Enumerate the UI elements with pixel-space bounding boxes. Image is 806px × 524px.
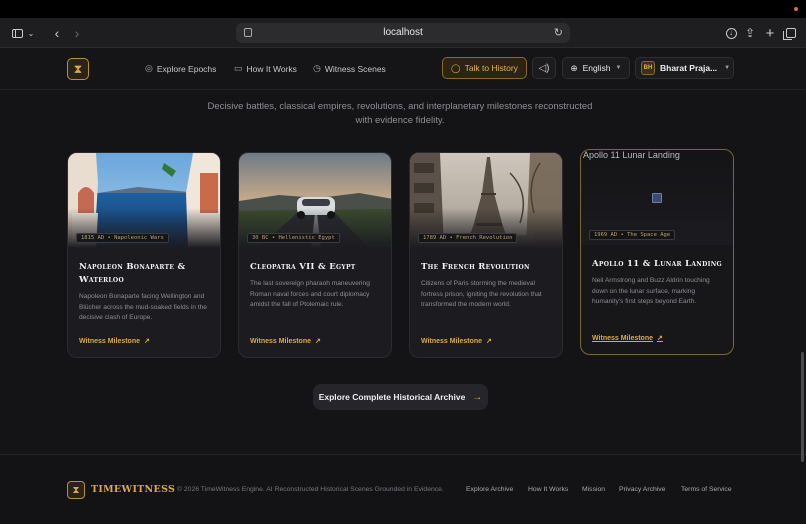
user-menu-button[interactable]: BH Bharat Praja... ▼ <box>635 57 734 79</box>
clock-icon: ◷ <box>313 63 321 73</box>
footer-link-mission[interactable]: Mission <box>582 486 605 493</box>
tab-overview-button[interactable] <box>782 23 800 43</box>
chevron-down-icon: ▼ <box>724 65 731 71</box>
card-description: The last sovereign pharaoh maneuvering R… <box>250 280 370 308</box>
nav-link-label: Witness Scenes <box>324 63 386 74</box>
card-description: Citizens of Paris storming the medieval … <box>421 280 542 308</box>
arrow-up-right-icon: ↗ <box>657 335 663 342</box>
milestone-card-apollo[interactable]: Apollo 11 Lunar Landing 1969 AD • The Sp… <box>580 149 734 355</box>
sidebar-icon <box>11 28 23 38</box>
nav-explore-epochs[interactable]: ◎ Explore Epochs <box>145 63 216 74</box>
witness-milestone-link[interactable]: Witness Milestone ↗ <box>250 337 321 346</box>
plus-icon: + <box>765 24 775 42</box>
card-description: Neil Armstrong and Buzz Aldrin touching … <box>592 277 710 305</box>
nav-link-label: How It Works <box>246 63 297 74</box>
hourglass-logo-icon[interactable]: ⧗ <box>67 58 89 80</box>
globe-icon: ⊕ <box>570 62 578 73</box>
card-description: Napoleon Bonaparte facing Wellington and… <box>79 293 207 321</box>
milestone-card-cleopatra[interactable]: 30 BC • Hellenistic Egypt Cleopatra VII … <box>238 152 392 358</box>
user-name: Bharat Praja... <box>660 63 718 73</box>
link-label: Witness Milestone <box>421 337 483 345</box>
site-footer: ⧗ TIMEWITNESS © 2026 TimeWitness Engine.… <box>0 454 806 524</box>
link-label: Witness Milestone <box>250 337 312 345</box>
sidebar-toggle-button[interactable]: ⌄ <box>8 23 38 43</box>
archive-button-label: Explore Complete Historical Archive <box>318 392 466 402</box>
card-title: Napoleon Bonaparte & Waterloo <box>79 262 186 285</box>
page: ⌄ ‹ › localhost ↻ ↓ ⇪ + ⧗ ◎ Explore Epoc… <box>0 0 806 524</box>
era-tag: 1789 AD • French Revolution <box>418 233 518 243</box>
recording-indicator-icon <box>794 7 798 11</box>
chevron-down-icon: ⌄ <box>27 28 35 38</box>
card-title: The French Revolution <box>421 262 530 272</box>
reload-icon[interactable]: ↻ <box>554 26 563 39</box>
chevron-right-icon: › <box>74 25 80 41</box>
system-menu-bar <box>0 0 806 18</box>
chevron-down-icon: ▼ <box>615 65 622 71</box>
link-label: Witness Milestone <box>79 337 141 345</box>
address-bar[interactable]: localhost ↻ <box>236 23 570 43</box>
arrow-up-right-icon: ↗ <box>144 338 150 345</box>
milestone-card-napoleon[interactable]: 1815 AD • Napoleonic Wars Napoleon Bonap… <box>67 152 221 358</box>
download-icon: ↓ <box>725 27 737 39</box>
chat-bubble-icon: ◯ <box>451 62 461 73</box>
new-tab-button[interactable]: + <box>761 23 779 43</box>
nav-witness-scenes[interactable]: ◷ Witness Scenes <box>313 63 386 74</box>
language-label: English <box>582 63 611 73</box>
era-tag: 1969 AD • The Space Age <box>589 230 676 240</box>
share-icon: ⇪ <box>744 26 756 40</box>
footer-link-how-it-works[interactable]: How It Works <box>528 486 568 493</box>
milestone-card-french-revolution[interactable]: 1789 AD • French Revolution The French R… <box>409 152 563 358</box>
nav-how-it-works[interactable]: ▭ How It Works <box>234 63 297 74</box>
back-button[interactable]: ‹ <box>48 23 66 43</box>
link-label: Witness Milestone <box>592 334 654 342</box>
browser-toolbar: ⌄ ‹ › localhost ↻ ↓ ⇪ + <box>0 18 806 48</box>
page-scrollbar[interactable] <box>801 352 804 462</box>
arrow-up-right-icon: ↗ <box>315 338 321 345</box>
compass-icon: ◎ <box>145 63 153 73</box>
url-text: localhost <box>383 27 423 38</box>
talk-label: Talk to History <box>464 63 518 73</box>
era-tag: 30 BC • Hellenistic Egypt <box>247 233 340 243</box>
explore-archive-button[interactable]: Explore Complete Historical Archive → <box>313 384 488 410</box>
arrow-right-icon: → <box>472 391 483 403</box>
footer-link-explore-archive[interactable]: Explore Archive <box>466 486 513 493</box>
witness-milestone-link[interactable]: Witness Milestone ↗ <box>421 337 492 346</box>
broken-image-icon <box>652 193 662 203</box>
chevron-left-icon: ‹ <box>54 25 60 41</box>
site-header: ⧗ ◎ Explore Epochs ▭ How It Works ◷ Witn… <box>0 48 806 90</box>
image-alt-text: Apollo 11 Lunar Landing <box>583 150 680 160</box>
avatar: BH <box>641 61 655 75</box>
footer-copyright: © 2026 TimeWitness Engine. AI Reconstruc… <box>177 486 444 493</box>
sound-toggle-button[interactable]: ◁) <box>532 57 556 79</box>
section-subtitle: Decisive battles, classical empires, rev… <box>207 101 593 126</box>
card-title: Cleopatra VII & Egypt <box>250 262 356 272</box>
footer-brand[interactable]: TIMEWITNESS <box>91 484 175 495</box>
tabs-icon <box>783 28 796 40</box>
share-button[interactable]: ⇪ <box>741 23 759 43</box>
card-title: Apollo 11 & Lunar Landing <box>592 259 722 269</box>
talk-to-history-button[interactable]: ◯ Talk to History <box>442 57 527 79</box>
nav-link-label: Explore Epochs <box>156 63 217 74</box>
footer-link-terms[interactable]: Terms of Service <box>681 486 732 493</box>
era-tag: 1815 AD • Napoleonic Wars <box>76 233 169 243</box>
forward-button[interactable]: › <box>68 23 86 43</box>
hourglass-logo-icon[interactable]: ⧗ <box>67 481 85 499</box>
witness-milestone-link[interactable]: Witness Milestone ↗ <box>592 334 663 343</box>
witness-milestone-link[interactable]: Witness Milestone ↗ <box>79 337 150 346</box>
language-select[interactable]: ⊕ English ▼ <box>562 57 630 79</box>
footer-link-privacy-archive[interactable]: Privacy Archive <box>619 486 665 493</box>
speaker-icon: ◁) <box>538 62 550 74</box>
downloads-button[interactable]: ↓ <box>722 23 740 43</box>
book-icon: ▭ <box>234 63 243 73</box>
arrow-up-right-icon: ↗ <box>486 338 492 345</box>
